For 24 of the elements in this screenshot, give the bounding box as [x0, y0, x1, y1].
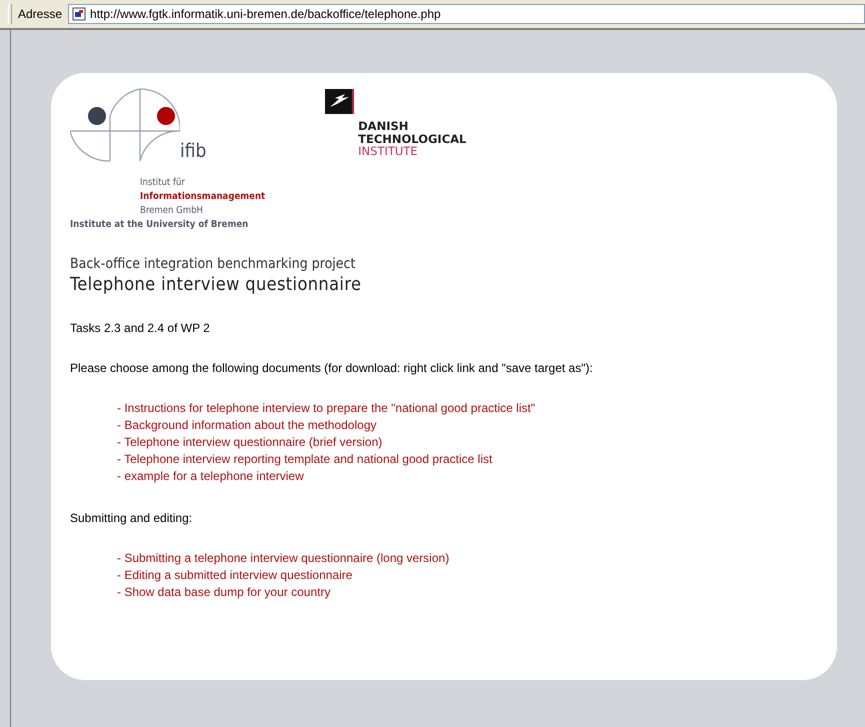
- document-link[interactable]: - Editing a submitted interview questionnaire: [117, 568, 352, 582]
- address-field[interactable]: http://www.fgtk.informatik.uni-bremen.de/backoffice/telephone.php: [68, 4, 865, 24]
- document-link[interactable]: - Telephone interview reporting template and national good practice list: [117, 452, 492, 466]
- document-link[interactable]: - example for a telephone interview: [117, 469, 304, 483]
- page-title: Telephone interview questionnaire: [70, 274, 362, 295]
- document-link[interactable]: - Show data base dump for your country: [117, 585, 330, 599]
- logo-text: Institut für: [140, 176, 185, 190]
- tasks-text: Tasks 2.3 and 2.4 of WP 2: [70, 321, 211, 335]
- document-link[interactable]: - Telephone interview questionnaire (brief version): [117, 435, 382, 449]
- document-link[interactable]: - Submitting a telephone interview questionnaire (long version): [117, 551, 450, 565]
- project-subtitle: Back-office integration benchmarking project: [70, 256, 356, 272]
- logo-text: Informationsmanagement: [140, 190, 266, 204]
- logo-text: INSTITUTE: [358, 145, 419, 158]
- logo-text: TECHNOLOGICAL: [358, 132, 466, 145]
- address-label: Adresse: [17, 7, 64, 21]
- document-link[interactable]: - Instructions for telephone interview to prepare the "national good practice list": [117, 401, 536, 415]
- page-icon: [72, 7, 86, 21]
- logo-text: Bremen GmbH: [140, 204, 203, 218]
- documents-intro: Please choose among the following documents (for download: right click link and "save target as"):: [70, 361, 594, 375]
- document-link[interactable]: - Background information about the methodology: [117, 418, 376, 432]
- logo-text: ifib: [180, 140, 206, 162]
- logo-text: DANISH: [358, 120, 410, 132]
- submitting-intro: Submitting and editing:: [70, 511, 194, 525]
- logo-tagline: Institute at the University of Bremen: [70, 219, 250, 230]
